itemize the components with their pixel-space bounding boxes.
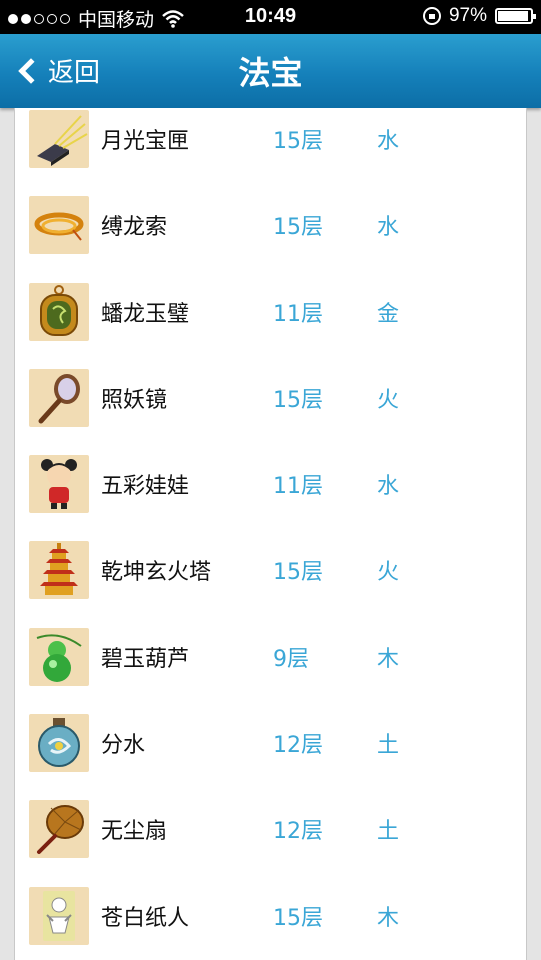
item-name: 乾坤玄火塔 (101, 560, 212, 586)
item-element: 水 (377, 474, 400, 500)
item-layer: 15层 (273, 387, 323, 413)
item-layer: 12层 (273, 733, 323, 759)
status-right: 97% (422, 5, 536, 27)
doll-icon (29, 455, 89, 514)
mirror-icon (29, 368, 89, 427)
item-element: 土 (377, 733, 400, 759)
item-name: 月光宝匣 (101, 129, 190, 154)
moonlight-box-icon (29, 110, 89, 168)
item-layer: 15层 (273, 215, 323, 241)
rotation-lock-icon (422, 7, 441, 25)
item-name: 照妖镜 (101, 387, 168, 413)
item-element: 木 (377, 646, 400, 672)
item-name: 碧玉葫芦 (101, 646, 190, 672)
list-item[interactable]: 缚龙索 15层 水 (15, 180, 526, 266)
nav-bar: 返回 法宝 (0, 34, 541, 108)
list-item[interactable]: 分水 12层 土 (15, 698, 526, 784)
item-list-panel[interactable]: 月光宝匣 15层 水 缚龙索 15层 水 蟠龙玉璧 11层 金 照妖镜 15层 … (14, 108, 527, 960)
item-layer: 15层 (273, 560, 323, 586)
item-list: 月光宝匣 15层 水 缚龙索 15层 水 蟠龙玉璧 11层 金 照妖镜 15层 … (15, 108, 526, 957)
gourd-icon (29, 627, 89, 686)
list-item[interactable]: 蟠龙玉璧 11层 金 (15, 267, 526, 353)
item-layer: 15层 (273, 905, 323, 931)
item-element: 木 (377, 905, 400, 931)
status-bar: 中国移动 10:49 97% (0, 0, 541, 34)
battery-icon (495, 8, 536, 24)
jade-disc-icon (29, 282, 89, 341)
item-element: 火 (377, 387, 400, 413)
item-name: 苍白纸人 (101, 905, 190, 931)
battery-percent: 97% (448, 5, 487, 26)
list-item[interactable]: 无尘扇 12层 土 (15, 784, 526, 870)
water-bottle-icon (29, 714, 89, 773)
item-name: 蟠龙玉璧 (101, 301, 190, 327)
item-layer: 9层 (273, 646, 309, 672)
item-element: 水 (377, 215, 400, 241)
list-item[interactable]: 苍白纸人 15层 木 (15, 871, 526, 957)
list-item[interactable]: 照妖镜 15层 火 (15, 353, 526, 439)
item-name: 缚龙索 (101, 215, 168, 241)
item-element: 金 (377, 301, 400, 327)
page-title: 法宝 (238, 54, 303, 92)
item-element: 水 (377, 129, 400, 154)
item-name: 五彩娃娃 (101, 474, 190, 500)
item-layer: 11层 (273, 474, 323, 500)
list-item[interactable]: 乾坤玄火塔 15层 火 (15, 525, 526, 611)
list-item[interactable]: 碧玉葫芦 9层 木 (15, 612, 526, 698)
pagoda-icon (29, 541, 89, 600)
list-item[interactable]: 月光宝匣 15层 水 (15, 108, 526, 180)
fan-icon (29, 800, 89, 859)
list-item[interactable]: 五彩娃娃 11层 水 (15, 439, 526, 525)
item-element: 土 (377, 819, 400, 845)
paper-doll-icon (29, 886, 89, 945)
item-layer: 15层 (273, 129, 323, 154)
item-layer: 12层 (273, 819, 323, 845)
item-layer: 11层 (273, 301, 323, 327)
dragon-rope-icon (29, 196, 89, 255)
item-name: 分水 (101, 733, 146, 759)
item-name: 无尘扇 (101, 819, 168, 845)
item-element: 火 (377, 560, 400, 586)
